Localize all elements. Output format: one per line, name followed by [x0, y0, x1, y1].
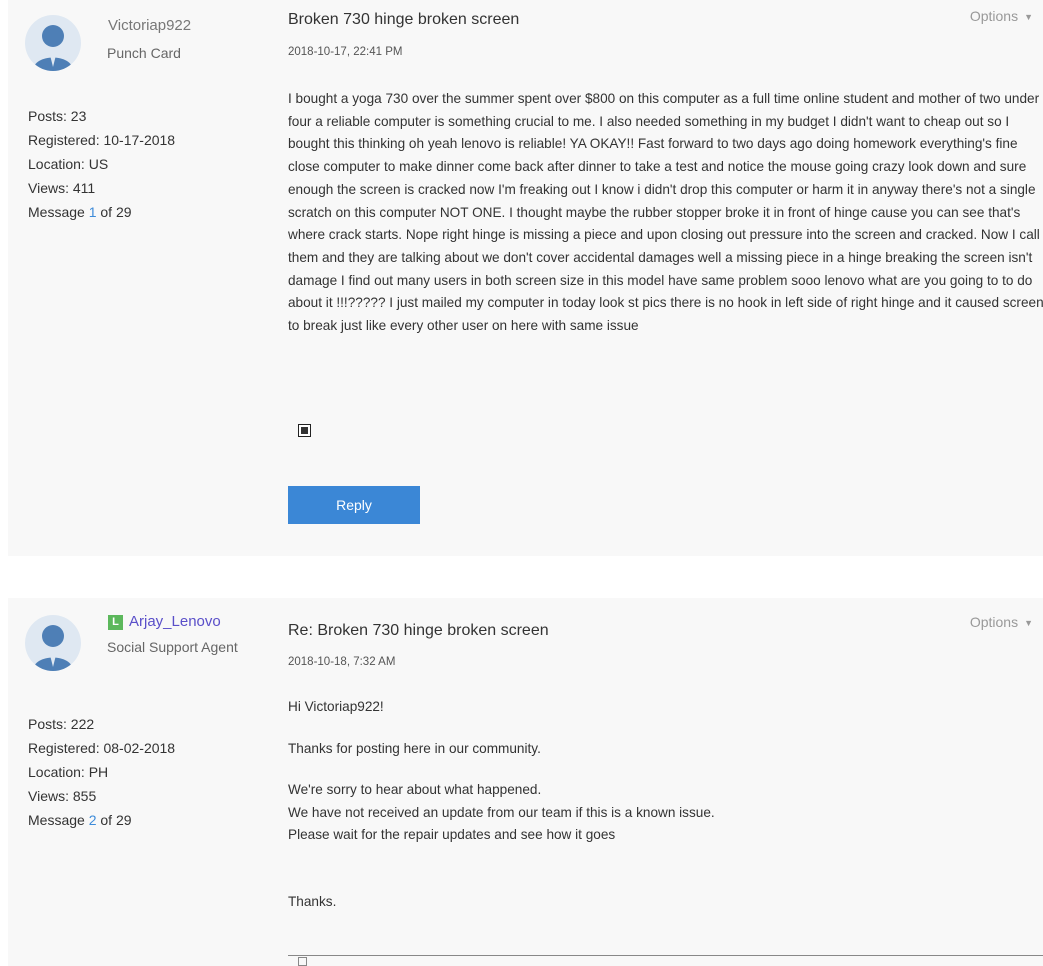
- stat-message-index: Message 2 of 29: [28, 812, 132, 828]
- post-message-2: L Arjay_Lenovo Social Support Agent Posts…: [8, 598, 1043, 966]
- stat-message-index: Message 1 of 29: [28, 204, 132, 220]
- author-rank: Punch Card: [107, 45, 181, 61]
- stat-registered: Registered: 10-17-2018: [28, 132, 176, 148]
- body-paragraph: Please wait for the repair updates and s…: [288, 827, 616, 842]
- user-avatar-icon: [25, 615, 81, 671]
- broken-image-icon[interactable]: [298, 424, 311, 437]
- options-menu[interactable]: Options ▼: [970, 614, 1033, 630]
- post-body: Hi Victoriap922! Thanks for posting here…: [288, 696, 1043, 913]
- post-body: I bought a yoga 730 over the summer spen…: [288, 88, 1043, 357]
- body-paragraph: I bought a yoga 730 over the summer spen…: [288, 91, 1043, 334]
- author-stats: Posts: 222 Registered: 08-02-2018 Locati…: [28, 712, 175, 832]
- stat-views: Views: 411: [28, 180, 96, 196]
- stat-registered: Registered: 08-02-2018: [28, 740, 176, 756]
- body-paragraph: Thanks.: [288, 893, 337, 909]
- chevron-down-icon: ▼: [1024, 618, 1033, 628]
- divider: [288, 955, 1043, 956]
- body-paragraph: We have not received an update from our …: [288, 804, 715, 820]
- author-name[interactable]: L Arjay_Lenovo: [108, 613, 221, 630]
- body-paragraph: Thanks for posting here in our community…: [288, 740, 541, 756]
- post-title: Re: Broken 730 hinge broken screen: [288, 622, 549, 639]
- post-date: 2018-10-18, 7:32 AM: [288, 656, 396, 668]
- user-avatar-icon: [25, 15, 81, 71]
- avatar[interactable]: [25, 615, 81, 671]
- stat-posts: Posts: 222: [28, 716, 95, 732]
- stat-posts: Posts: 23: [28, 108, 87, 124]
- options-menu[interactable]: Options ▼: [970, 8, 1033, 24]
- author-name[interactable]: Victoriap922: [108, 17, 191, 34]
- post-message-1: Victoriap922 Punch Card Posts: 23 Regist…: [8, 0, 1043, 556]
- author-stats: Posts: 23 Registered: 10-17-2018 Locatio…: [28, 104, 175, 224]
- message-number-link[interactable]: 2: [89, 812, 97, 828]
- stat-location: Location: US: [28, 156, 109, 172]
- message-number-link[interactable]: 1: [89, 204, 97, 220]
- post-title: Broken 730 hinge broken screen: [288, 11, 520, 28]
- rank-badge: L: [108, 615, 123, 630]
- chevron-down-icon: ▼: [1024, 12, 1033, 22]
- post-date: 2018-10-17, 22:41 PM: [288, 46, 403, 58]
- stat-views: Views: 855: [28, 788, 97, 804]
- author-rank: Social Support Agent: [107, 639, 238, 655]
- body-paragraph: Hi Victoriap922!: [288, 699, 384, 714]
- body-paragraph: We're sorry to hear about what happened.: [288, 782, 542, 797]
- reply-button[interactable]: Reply: [288, 486, 420, 524]
- avatar[interactable]: [25, 15, 81, 71]
- stat-location: Location: PH: [28, 764, 109, 780]
- broken-image-icon[interactable]: [298, 957, 307, 966]
